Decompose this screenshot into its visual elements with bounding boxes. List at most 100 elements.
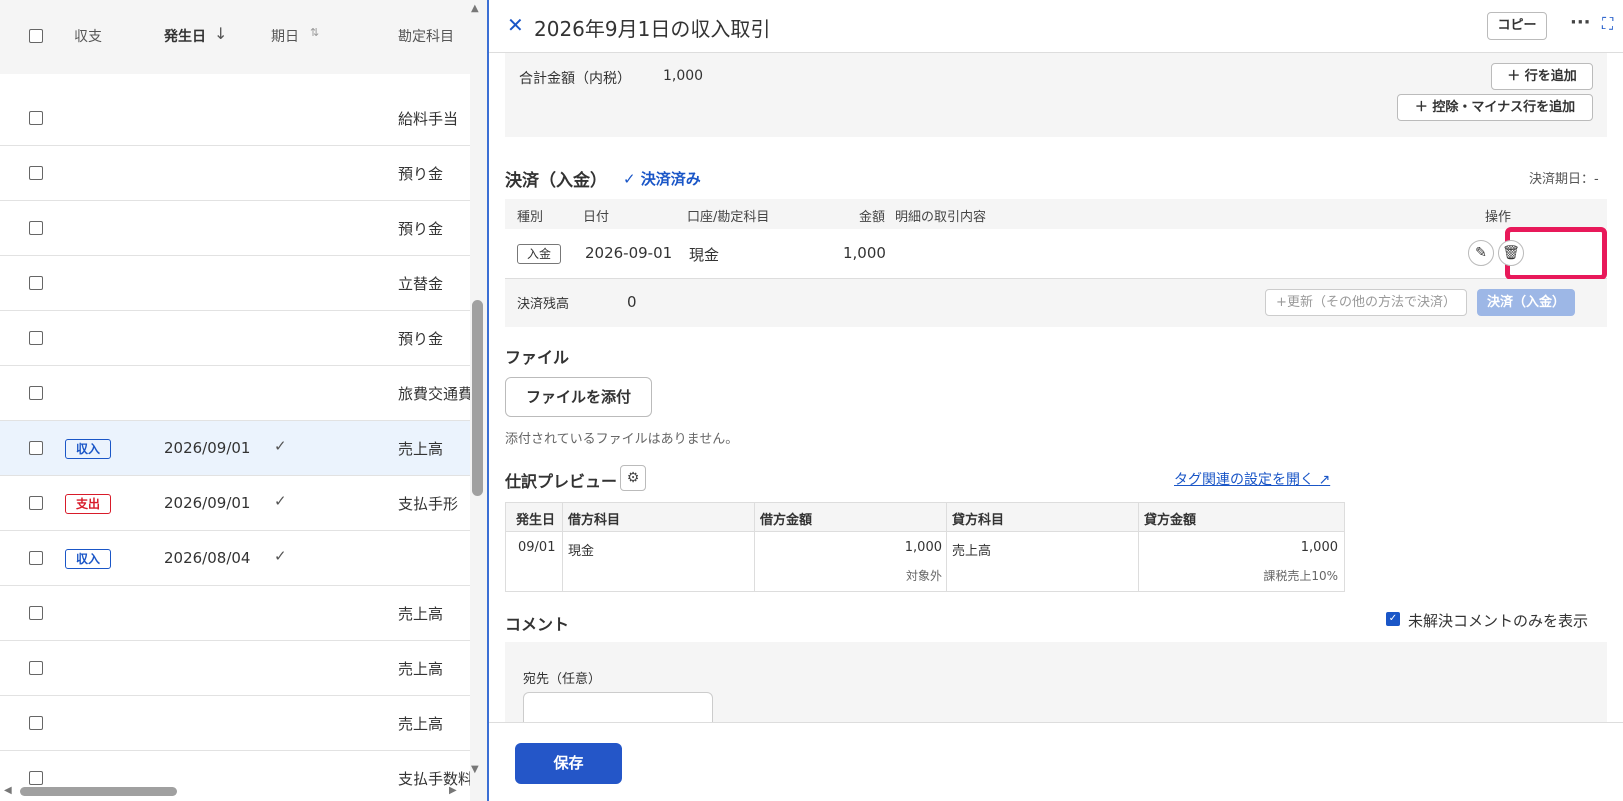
transaction-list: 収支 発生日 ↓ 期日 ⇅ 勘定科目 給料手当 預り金 預り金 立替金 預り金 … <box>0 0 487 801</box>
row-account: 支払手形 <box>398 495 459 513</box>
add-row-label: 行を追加 <box>1524 69 1577 84</box>
table-row[interactable]: 売上高 <box>0 696 470 751</box>
expense-badge: 支出 <box>65 494 111 514</box>
row-checkbox[interactable] <box>29 496 43 510</box>
close-icon[interactable]: ✕ <box>507 13 524 37</box>
col-kind: 種別 <box>517 210 544 225</box>
income-badge: 収入 <box>65 549 111 569</box>
col-debit-account: 借方科目 <box>568 513 621 528</box>
row-checkbox[interactable] <box>29 441 43 455</box>
scroll-up-icon[interactable]: ▲ <box>471 3 479 14</box>
save-button[interactable]: 保存 <box>515 743 622 784</box>
header-date[interactable]: 発生日 <box>164 26 206 46</box>
col-operations: 操作 <box>1485 210 1512 225</box>
row-checkbox[interactable] <box>29 166 43 180</box>
row-checkbox[interactable] <box>29 276 43 290</box>
settled-status: ✓ 決済済み <box>623 168 701 189</box>
table-row[interactable]: 収入 2026/08/04 ✓ <box>0 531 470 586</box>
app-root: 収支 発生日 ↓ 期日 ⇅ 勘定科目 給料手当 預り金 預り金 立替金 預り金 … <box>0 0 1623 801</box>
expand-icon[interactable]: ⛶ <box>1602 14 1613 34</box>
row-checkbox[interactable] <box>29 221 43 235</box>
update-other-method-button[interactable]: +更新（その他の方法で決済） <box>1265 289 1467 316</box>
row-account: 売上高 <box>398 660 444 678</box>
col-account: 口座/勘定科目 <box>687 210 770 225</box>
column-divider <box>1138 503 1139 591</box>
attach-file-button[interactable]: ファイルを添付 <box>505 377 652 417</box>
header-due[interactable]: 期日 <box>271 26 299 46</box>
table-row[interactable]: 支出 2026/09/01 ✓ 支払手形 <box>0 476 470 531</box>
total-value: 1,000 <box>663 68 704 84</box>
row-checkbox[interactable] <box>29 111 43 125</box>
copy-button[interactable]: コピー <box>1487 12 1547 40</box>
credit-amount: 1,000 <box>1300 540 1338 555</box>
row-checkbox[interactable] <box>29 386 43 400</box>
table-row[interactable]: 預り金 <box>0 146 470 201</box>
journal-table-header: 発生日 借方科目 借方金額 貸方科目 貸方金額 <box>506 503 1344 532</box>
total-label: 合計金額（内税） <box>519 71 631 87</box>
row-account: 売上高 <box>398 440 444 458</box>
table-row[interactable]: 旅費交通費 <box>0 366 473 421</box>
header-account[interactable]: 勘定科目 <box>398 26 454 46</box>
col-debit-amount: 借方金額 <box>760 513 813 528</box>
credit-account: 売上高 <box>952 544 992 559</box>
settle-deposit-button[interactable]: 決済（入金） <box>1477 289 1575 316</box>
row-checkbox[interactable] <box>29 606 43 620</box>
balance-value: 0 <box>627 293 637 311</box>
sort-desc-icon[interactable]: ↓ <box>214 24 227 43</box>
row-account: 売上高 <box>398 715 444 733</box>
row-checkbox[interactable] <box>29 551 43 565</box>
vertical-scrollbar-thumb[interactable] <box>472 300 483 496</box>
column-divider <box>754 503 755 591</box>
row-account: 預り金 <box>398 220 444 238</box>
settlement-amount: 1,000 <box>843 244 886 262</box>
select-all-checkbox[interactable] <box>29 29 43 43</box>
table-row[interactable]: 売上高 <box>0 586 470 641</box>
unresolved-only-checkbox[interactable]: ✓ <box>1386 612 1400 626</box>
col-credit-account: 貸方科目 <box>952 513 1005 528</box>
settlement-date: 2026-09-01 <box>585 244 673 262</box>
tag-settings-link[interactable]: タグ関連の設定を開く ↗ <box>1174 469 1330 489</box>
row-account: 支払手数料 <box>398 770 474 788</box>
journal-preview-title: 仕訳プレビュー <box>505 472 618 491</box>
credit-tax: 課税売上10% <box>1263 569 1338 583</box>
check-icon: ✓ <box>623 170 641 188</box>
row-checkbox[interactable] <box>29 331 43 345</box>
scroll-left-icon[interactable]: ◀ <box>4 785 12 796</box>
gear-icon[interactable]: ⚙ <box>620 465 646 491</box>
comment-section-title: コメント <box>505 615 570 634</box>
unresolved-only-label[interactable]: 未解決コメントのみを表示 <box>1408 610 1588 631</box>
settled-status-label: 決済済み <box>640 170 701 188</box>
settlement-table-header: 種別 日付 口座/勘定科目 金額 明細の取引内容 操作 <box>505 199 1607 229</box>
tag-settings-label: タグ関連の設定を開く <box>1174 472 1314 488</box>
delete-icon[interactable]: 🗑 <box>1498 240 1524 266</box>
more-menu-icon[interactable]: ··· <box>1570 12 1591 33</box>
table-row[interactable]: 売上高 <box>0 641 470 696</box>
table-row-selected[interactable]: 収入 2026/09/01 ✓ 売上高 <box>0 421 470 476</box>
add-row-button[interactable]: ＋ 行を追加 <box>1491 63 1593 90</box>
table-row[interactable]: 預り金 <box>0 201 470 256</box>
settlement-row: 入金 2026-09-01 現金 1,000 <box>505 229 1607 279</box>
row-checkbox[interactable] <box>29 716 43 730</box>
col-date: 発生日 <box>516 513 556 528</box>
check-icon: ✓ <box>274 547 287 565</box>
table-row[interactable]: 給料手当 <box>0 91 470 146</box>
add-minus-row-button[interactable]: ＋ 控除・マイナス行を追加 <box>1397 94 1593 121</box>
horizontal-scrollbar-thumb[interactable] <box>20 787 177 796</box>
row-date: 2026/09/01 <box>164 439 251 457</box>
no-files-message: 添付されているファイルはありません。 <box>505 432 739 447</box>
edit-icon[interactable]: ✎ <box>1468 240 1494 266</box>
col-description: 明細の取引内容 <box>895 210 987 225</box>
row-account: 給料手当 <box>398 110 459 128</box>
table-row[interactable]: 預り金 <box>0 311 470 366</box>
scroll-down-icon[interactable]: ▼ <box>471 764 479 775</box>
header-kind[interactable]: 収支 <box>74 26 102 46</box>
row-date: 2026/09/01 <box>164 494 251 512</box>
sort-icon[interactable]: ⇅ <box>310 26 319 39</box>
file-section-title: ファイル <box>505 348 570 367</box>
row-checkbox[interactable] <box>29 771 43 785</box>
journal-date: 09/01 <box>518 540 556 555</box>
add-minus-row-label: 控除・マイナス行を追加 <box>1432 100 1576 115</box>
row-checkbox[interactable] <box>29 661 43 675</box>
table-row[interactable]: 立替金 <box>0 256 470 311</box>
scroll-right-icon[interactable]: ▶ <box>449 785 457 796</box>
